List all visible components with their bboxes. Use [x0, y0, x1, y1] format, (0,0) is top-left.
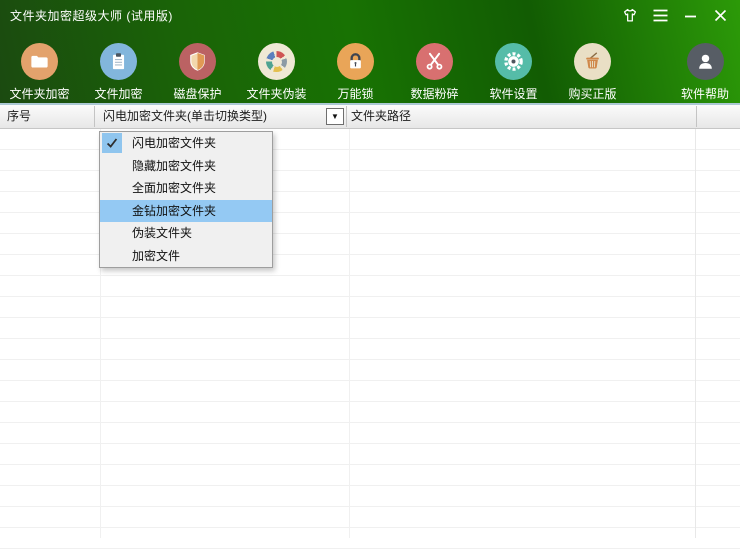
- table-row: [0, 465, 740, 486]
- toolbar-label: 文件夹加密: [9, 85, 69, 102]
- toolbar-buy-button[interactable]: 购买正版: [553, 30, 632, 103]
- toolbar-label: 万能锁: [337, 85, 373, 102]
- table-row: [0, 339, 740, 360]
- table-row: [0, 402, 740, 423]
- toolbar-label: 文件加密: [94, 85, 142, 102]
- close-icon[interactable]: [711, 6, 729, 24]
- lock-icon: [337, 43, 374, 80]
- toolbar-help-button[interactable]: 软件帮助: [670, 30, 740, 103]
- chevron-down-icon: ▼: [331, 113, 339, 121]
- toolbar-label: 购买正版: [568, 85, 616, 102]
- table-row: [0, 444, 740, 465]
- window-chrome: 文件夹加密超级大师 (试用版): [0, 0, 740, 103]
- scissors-icon: [416, 43, 453, 80]
- header-divider: [346, 106, 347, 127]
- minimize-icon[interactable]: [681, 6, 699, 24]
- toolbar-label: 磁盘保护: [173, 85, 221, 102]
- table-row: [0, 423, 740, 444]
- person-icon: [687, 43, 724, 80]
- encryption-type-menu: 闪电加密文件夹 隐藏加密文件夹 全面加密文件夹 金钻加密文件夹 伪装文件夹 加密…: [99, 131, 273, 268]
- grid-vline: [349, 129, 350, 538]
- menu-item-disguise-folder[interactable]: 伪装文件夹: [100, 222, 272, 245]
- menu-item-hide-encrypt[interactable]: 隐藏加密文件夹: [100, 155, 272, 178]
- column-header-path[interactable]: 文件夹路径: [351, 105, 411, 128]
- window-title: 文件夹加密超级大师 (试用版): [10, 7, 173, 24]
- list-header: 序号 闪电加密文件夹(单击切换类型) 文件夹路径 ▼: [0, 105, 740, 129]
- shield-icon: [179, 43, 216, 80]
- column-header-type[interactable]: 闪电加密文件夹(单击切换类型): [103, 105, 267, 128]
- titlebar: 文件夹加密超级大师 (试用版): [0, 0, 740, 30]
- menu-item-encrypt-file[interactable]: 加密文件: [100, 245, 272, 268]
- toolbar-data-shred-button[interactable]: 数据粉碎: [395, 30, 474, 103]
- skin-shirt-icon[interactable]: [621, 6, 639, 24]
- basket-icon: [574, 43, 611, 80]
- file-icon: [100, 43, 137, 80]
- toolbar-label: 软件帮助: [681, 85, 729, 102]
- menu-item-label: 伪装文件夹: [132, 226, 192, 240]
- menu-item-diamond-encrypt[interactable]: 金钻加密文件夹: [100, 200, 272, 223]
- toolbar: 文件夹加密 文件加密 磁盘保护: [0, 30, 740, 103]
- toolbar-universal-lock-button[interactable]: 万能锁: [316, 30, 395, 103]
- table-row: [0, 360, 740, 381]
- column-header-index[interactable]: 序号: [7, 105, 31, 128]
- table-row: [0, 318, 740, 339]
- table-row: [0, 528, 740, 549]
- toolbar-label: 文件夹伪装: [246, 85, 306, 102]
- menu-item-label: 闪电加密文件夹: [132, 136, 216, 150]
- toolbar-file-encrypt-button[interactable]: 文件加密: [79, 30, 158, 103]
- header-divider: [94, 106, 95, 127]
- table-row: [0, 297, 740, 318]
- menu-item-full-encrypt[interactable]: 全面加密文件夹: [100, 177, 272, 200]
- menu-item-label: 隐藏加密文件夹: [132, 159, 216, 173]
- menu-item-label: 全面加密文件夹: [132, 181, 216, 195]
- grid-vline: [695, 129, 696, 538]
- table-row: [0, 276, 740, 297]
- toolbar-disk-protect-button[interactable]: 磁盘保护: [158, 30, 237, 103]
- toolbar-settings-button[interactable]: 软件设置: [474, 30, 553, 103]
- folder-icon: [21, 43, 58, 80]
- toolbar-folder-encrypt-button[interactable]: 文件夹加密: [0, 30, 79, 103]
- menu-item-label: 金钻加密文件夹: [132, 204, 216, 218]
- toolbar-label: 软件设置: [489, 85, 537, 102]
- table-row: [0, 507, 740, 528]
- disguise-icon: [258, 43, 295, 80]
- check-icon: [102, 133, 122, 153]
- table-row: [0, 381, 740, 402]
- toolbar-label: 数据粉碎: [410, 85, 458, 102]
- menu-item-flash-encrypt[interactable]: 闪电加密文件夹: [100, 132, 272, 155]
- type-dropdown-button[interactable]: ▼: [326, 108, 344, 125]
- toolbar-folder-disguise-button[interactable]: 文件夹伪装: [237, 30, 316, 103]
- gear-icon: [495, 43, 532, 80]
- header-divider: [696, 106, 697, 127]
- main-menu-icon[interactable]: [651, 6, 669, 24]
- menu-item-label: 加密文件: [132, 249, 180, 263]
- table-row: [0, 486, 740, 507]
- window-controls: [621, 6, 729, 24]
